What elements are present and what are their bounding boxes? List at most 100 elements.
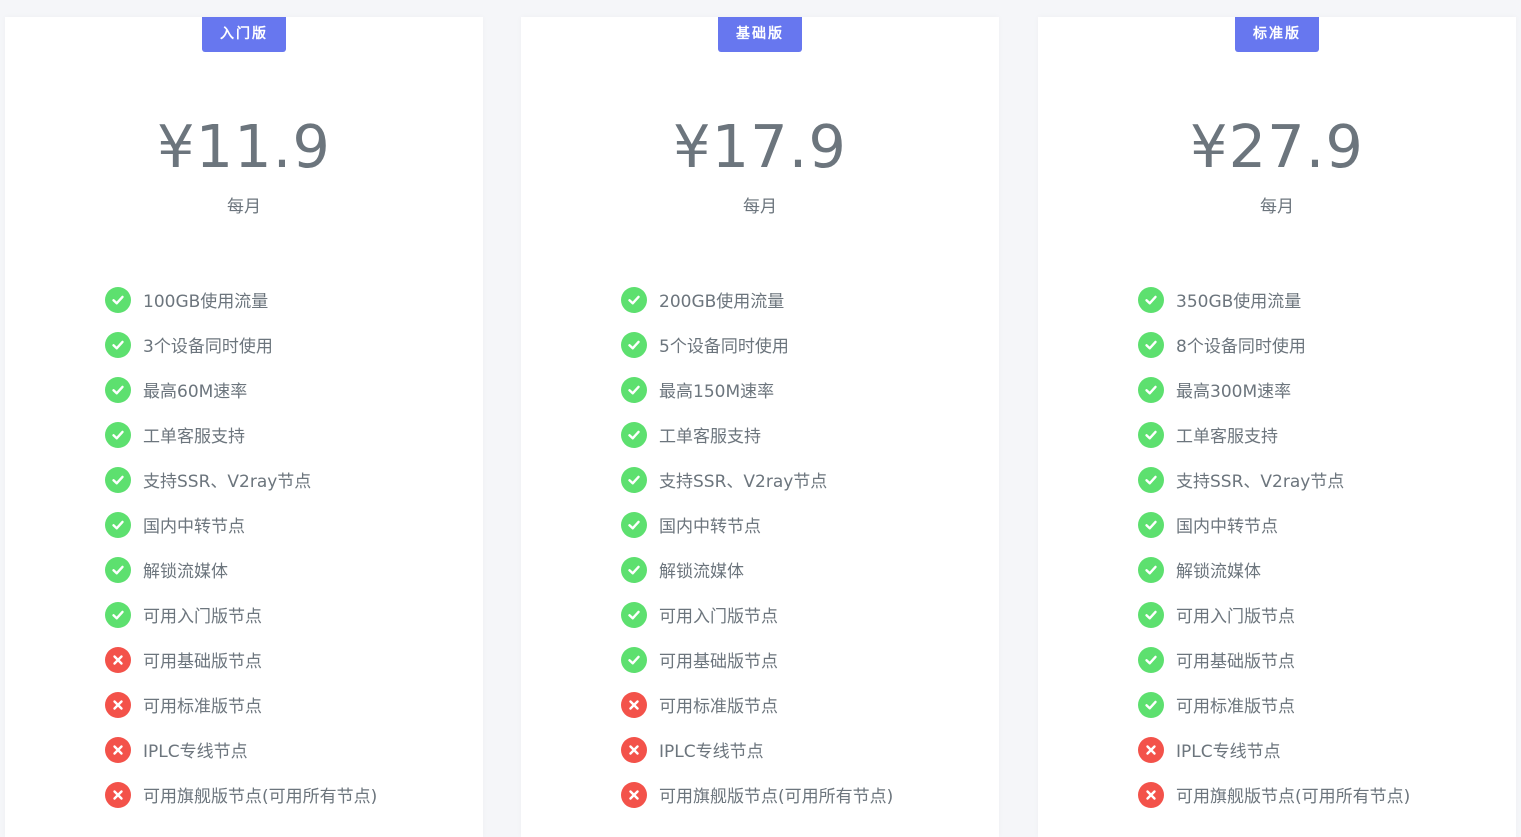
feature-label: 支持SSR、V2ray节点 bbox=[143, 472, 312, 492]
x-circle-icon bbox=[105, 646, 131, 673]
check-circle-icon bbox=[1138, 376, 1164, 403]
feature-item: 可用旗舰版节点(可用所有节点) bbox=[1138, 772, 1410, 817]
feature-item: IPLC专线节点 bbox=[621, 727, 893, 772]
plan-price: ¥11.9 bbox=[157, 112, 331, 181]
feature-item: 5个设备同时使用 bbox=[621, 322, 893, 367]
feature-list: 350GB使用流量 8个设备同时使用 最高300M速率 工单客服支持支持SSR、V2r… bbox=[1138, 277, 1410, 817]
check-circle-icon bbox=[105, 511, 131, 538]
feature-item: IPLC专线节点 bbox=[105, 727, 377, 772]
check-circle-icon bbox=[105, 466, 131, 493]
feature-item: 解锁流媒体 bbox=[105, 547, 377, 592]
check-circle-icon bbox=[1138, 331, 1164, 358]
feature-label: 支持SSR、V2ray节点 bbox=[659, 472, 828, 492]
check-circle-icon bbox=[1138, 466, 1164, 493]
feature-item: 工单客服支持 bbox=[105, 412, 377, 457]
feature-label: 解锁流媒体 bbox=[659, 562, 744, 582]
feature-label: 可用入门版节点 bbox=[1176, 607, 1295, 627]
feature-item: 可用旗舰版节点(可用所有节点) bbox=[621, 772, 893, 817]
feature-label: 可用旗舰版节点(可用所有节点) bbox=[659, 787, 894, 807]
feature-label: 国内中转节点 bbox=[143, 517, 245, 537]
feature-label: 可用基础版节点 bbox=[1176, 652, 1295, 672]
check-circle-icon bbox=[621, 556, 647, 583]
feature-label: 工单客服支持 bbox=[1176, 427, 1278, 447]
x-circle-icon bbox=[621, 691, 647, 718]
feature-label: 最高150M速率 bbox=[659, 382, 775, 402]
plan-card: 标准版 ¥27.9 每月 350GB使用流量 8个设备同时使用 最高300M速率 工单… bbox=[1038, 17, 1516, 837]
feature-item: 工单客服支持 bbox=[1138, 412, 1410, 457]
feature-label: 工单客服支持 bbox=[659, 427, 761, 447]
feature-item: 国内中转节点 bbox=[1138, 502, 1410, 547]
feature-item: 可用标准版节点 bbox=[1138, 682, 1410, 727]
feature-item: 支持SSR、V2ray节点 bbox=[1138, 457, 1410, 502]
x-circle-icon bbox=[105, 781, 131, 808]
check-circle-icon bbox=[621, 286, 647, 313]
feature-label: 支持SSR、V2ray节点 bbox=[1176, 472, 1345, 492]
feature-item: 可用基础版节点 bbox=[1138, 637, 1410, 682]
feature-label: 最高60M速率 bbox=[143, 382, 248, 402]
feature-label: 5个设备同时使用 bbox=[659, 337, 789, 357]
check-circle-icon bbox=[621, 511, 647, 538]
check-circle-icon bbox=[105, 286, 131, 313]
x-circle-icon bbox=[1138, 781, 1164, 808]
feature-item: 国内中转节点 bbox=[621, 502, 893, 547]
check-circle-icon bbox=[1138, 556, 1164, 583]
feature-label: 最高300M速率 bbox=[1176, 382, 1292, 402]
feature-item: 解锁流媒体 bbox=[621, 547, 893, 592]
feature-label: 国内中转节点 bbox=[1176, 517, 1278, 537]
feature-item: 可用旗舰版节点(可用所有节点) bbox=[105, 772, 377, 817]
check-circle-icon bbox=[621, 331, 647, 358]
check-circle-icon bbox=[621, 601, 647, 628]
x-circle-icon bbox=[621, 736, 647, 763]
check-circle-icon bbox=[621, 421, 647, 448]
feature-label: IPLC专线节点 bbox=[143, 742, 248, 762]
x-circle-icon bbox=[105, 736, 131, 763]
feature-item: 可用入门版节点 bbox=[1138, 592, 1410, 637]
feature-label: 可用旗舰版节点(可用所有节点) bbox=[1176, 787, 1411, 807]
feature-label: 可用入门版节点 bbox=[659, 607, 778, 627]
check-circle-icon bbox=[1138, 511, 1164, 538]
plan-name-badge: 基础版 bbox=[718, 17, 802, 52]
feature-item: 可用基础版节点 bbox=[105, 637, 377, 682]
check-circle-icon bbox=[1138, 601, 1164, 628]
check-circle-icon bbox=[105, 376, 131, 403]
feature-item: 支持SSR、V2ray节点 bbox=[621, 457, 893, 502]
feature-item: 最高300M速率 bbox=[1138, 367, 1410, 412]
feature-label: 解锁流媒体 bbox=[1176, 562, 1261, 582]
feature-label: 解锁流媒体 bbox=[143, 562, 228, 582]
plan-period: 每月 bbox=[743, 197, 777, 217]
feature-item: 3个设备同时使用 bbox=[105, 322, 377, 367]
check-circle-icon bbox=[621, 376, 647, 403]
feature-label: 可用标准版节点 bbox=[1176, 697, 1295, 717]
feature-item: 可用入门版节点 bbox=[105, 592, 377, 637]
feature-item: 350GB使用流量 bbox=[1138, 277, 1410, 322]
feature-label: 350GB使用流量 bbox=[1176, 292, 1302, 312]
feature-item: 工单客服支持 bbox=[621, 412, 893, 457]
feature-label: 可用基础版节点 bbox=[143, 652, 262, 672]
feature-label: 可用标准版节点 bbox=[659, 697, 778, 717]
feature-label: 可用基础版节点 bbox=[659, 652, 778, 672]
check-circle-icon bbox=[105, 421, 131, 448]
feature-item: 可用标准版节点 bbox=[105, 682, 377, 727]
plan-price: ¥17.9 bbox=[673, 112, 847, 181]
check-circle-icon bbox=[1138, 286, 1164, 313]
feature-item: 解锁流媒体 bbox=[1138, 547, 1410, 592]
feature-item: 100GB使用流量 bbox=[105, 277, 377, 322]
feature-item: 最高150M速率 bbox=[621, 367, 893, 412]
feature-label: 200GB使用流量 bbox=[659, 292, 785, 312]
check-circle-icon bbox=[105, 331, 131, 358]
feature-label: 8个设备同时使用 bbox=[1176, 337, 1306, 357]
feature-item: IPLC专线节点 bbox=[1138, 727, 1410, 772]
plan-name-badge: 入门版 bbox=[202, 17, 286, 52]
check-circle-icon bbox=[105, 556, 131, 583]
feature-item: 8个设备同时使用 bbox=[1138, 322, 1410, 367]
x-circle-icon bbox=[621, 781, 647, 808]
feature-item: 可用基础版节点 bbox=[621, 637, 893, 682]
feature-list: 200GB使用流量 5个设备同时使用 最高150M速率 工单客服支持支持SSR、V2r… bbox=[621, 277, 893, 817]
plan-card: 入门版 ¥11.9 每月 100GB使用流量 3个设备同时使用 最高60M速率 工单客… bbox=[5, 17, 483, 837]
pricing-plans: 入门版 ¥11.9 每月 100GB使用流量 3个设备同时使用 最高60M速率 工单客… bbox=[0, 0, 1521, 837]
feature-label: IPLC专线节点 bbox=[1176, 742, 1281, 762]
x-circle-icon bbox=[1138, 736, 1164, 763]
feature-item: 200GB使用流量 bbox=[621, 277, 893, 322]
x-circle-icon bbox=[105, 691, 131, 718]
feature-label: 工单客服支持 bbox=[143, 427, 245, 447]
